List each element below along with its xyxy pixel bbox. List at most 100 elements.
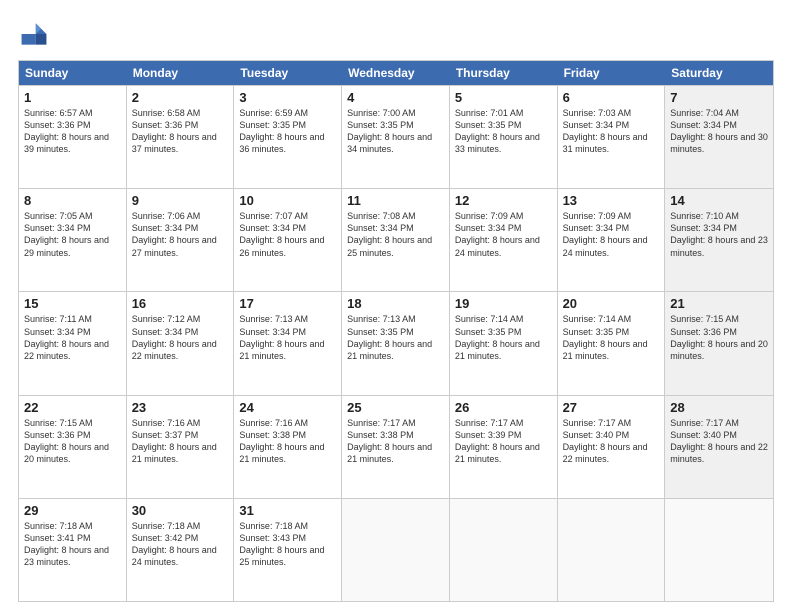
day-number: 26 — [455, 400, 552, 415]
day-number: 4 — [347, 90, 444, 105]
day-number: 25 — [347, 400, 444, 415]
day-number: 16 — [132, 296, 229, 311]
cal-cell: 31 Sunrise: 7:18 AMSunset: 3:43 PMDayligh… — [234, 499, 342, 601]
cell-text: Sunrise: 6:57 AMSunset: 3:36 PMDaylight:… — [24, 107, 121, 156]
cell-text: Sunrise: 7:10 AMSunset: 3:34 PMDaylight:… — [670, 210, 768, 259]
cell-text: Sunrise: 7:03 AMSunset: 3:34 PMDaylight:… — [563, 107, 660, 156]
cell-text: Sunrise: 7:14 AMSunset: 3:35 PMDaylight:… — [563, 313, 660, 362]
day-number: 30 — [132, 503, 229, 518]
cell-text: Sunrise: 6:59 AMSunset: 3:35 PMDaylight:… — [239, 107, 336, 156]
cell-text: Sunrise: 7:06 AMSunset: 3:34 PMDaylight:… — [132, 210, 229, 259]
cell-text: Sunrise: 7:17 AMSunset: 3:38 PMDaylight:… — [347, 417, 444, 466]
header — [18, 18, 774, 50]
cell-text: Sunrise: 7:13 AMSunset: 3:34 PMDaylight:… — [239, 313, 336, 362]
day-header-sunday: Sunday — [19, 61, 127, 85]
cal-cell — [558, 499, 666, 601]
cell-text: Sunrise: 7:13 AMSunset: 3:35 PMDaylight:… — [347, 313, 444, 362]
day-number: 27 — [563, 400, 660, 415]
cal-cell: 2 Sunrise: 6:58 AMSunset: 3:36 PMDaylight… — [127, 86, 235, 188]
cal-cell: 21 Sunrise: 7:15 AMSunset: 3:36 PMDayligh… — [665, 292, 773, 394]
week-row-1: 1 Sunrise: 6:57 AMSunset: 3:36 PMDaylight… — [19, 85, 773, 188]
day-header-wednesday: Wednesday — [342, 61, 450, 85]
day-number: 7 — [670, 90, 768, 105]
day-number: 1 — [24, 90, 121, 105]
day-header-friday: Friday — [558, 61, 666, 85]
week-row-3: 15 Sunrise: 7:11 AMSunset: 3:34 PMDayligh… — [19, 291, 773, 394]
cell-text: Sunrise: 7:15 AMSunset: 3:36 PMDaylight:… — [24, 417, 121, 466]
cal-cell: 13Sunrise: 7:09 AMSunset: 3:34 PMDayligh… — [558, 189, 666, 291]
cell-text: Sunrise: 7:00 AMSunset: 3:35 PMDaylight:… — [347, 107, 444, 156]
cal-cell: 11 Sunrise: 7:08 AMSunset: 3:34 PMDayligh… — [342, 189, 450, 291]
cal-cell — [342, 499, 450, 601]
cell-text: Sunrise: 7:09 AMSunset: 3:34 PMDaylight:… — [455, 210, 552, 259]
day-number: 8 — [24, 193, 121, 208]
day-number: 22 — [24, 400, 121, 415]
cal-cell — [665, 499, 773, 601]
cal-cell: 15 Sunrise: 7:11 AMSunset: 3:34 PMDayligh… — [19, 292, 127, 394]
calendar-header: SundayMondayTuesdayWednesdayThursdayFrid… — [19, 61, 773, 85]
day-number: 2 — [132, 90, 229, 105]
day-number: 9 — [132, 193, 229, 208]
cal-cell: 6 Sunrise: 7:03 AMSunset: 3:34 PMDaylight… — [558, 86, 666, 188]
week-row-2: 8Sunrise: 7:05 AMSunset: 3:34 PMDaylight… — [19, 188, 773, 291]
day-number: 3 — [239, 90, 336, 105]
cell-text: Sunrise: 7:17 AMSunset: 3:39 PMDaylight:… — [455, 417, 552, 466]
cell-text: Sunrise: 7:12 AMSunset: 3:34 PMDaylight:… — [132, 313, 229, 362]
day-number: 10 — [239, 193, 336, 208]
day-number: 17 — [239, 296, 336, 311]
day-number: 5 — [455, 90, 552, 105]
day-number: 31 — [239, 503, 336, 518]
day-header-tuesday: Tuesday — [234, 61, 342, 85]
cell-text: Sunrise: 7:18 AMSunset: 3:43 PMDaylight:… — [239, 520, 336, 569]
cell-text: Sunrise: 6:58 AMSunset: 3:36 PMDaylight:… — [132, 107, 229, 156]
cal-cell: 9 Sunrise: 7:06 AMSunset: 3:34 PMDaylight… — [127, 189, 235, 291]
cal-cell: 8Sunrise: 7:05 AMSunset: 3:34 PMDaylight… — [19, 189, 127, 291]
cal-cell: 4 Sunrise: 7:00 AMSunset: 3:35 PMDaylight… — [342, 86, 450, 188]
cal-cell: 25 Sunrise: 7:17 AMSunset: 3:38 PMDayligh… — [342, 396, 450, 498]
cell-text: Sunrise: 7:08 AMSunset: 3:34 PMDaylight:… — [347, 210, 444, 259]
cal-cell: 17 Sunrise: 7:13 AMSunset: 3:34 PMDayligh… — [234, 292, 342, 394]
cell-text: Sunrise: 7:09 AMSunset: 3:34 PMDaylight:… — [563, 210, 660, 259]
cell-text: Sunrise: 7:17 AMSunset: 3:40 PMDaylight:… — [563, 417, 660, 466]
cal-cell: 12 Sunrise: 7:09 AMSunset: 3:34 PMDayligh… — [450, 189, 558, 291]
page: SundayMondayTuesdayWednesdayThursdayFrid… — [0, 0, 792, 612]
day-number: 19 — [455, 296, 552, 311]
day-number: 15 — [24, 296, 121, 311]
day-number: 28 — [670, 400, 768, 415]
day-number: 18 — [347, 296, 444, 311]
day-number: 11 — [347, 193, 444, 208]
cell-text: Sunrise: 7:16 AMSunset: 3:37 PMDaylight:… — [132, 417, 229, 466]
cell-text: Sunrise: 7:15 AMSunset: 3:36 PMDaylight:… — [670, 313, 768, 362]
cell-text: Sunrise: 7:16 AMSunset: 3:38 PMDaylight:… — [239, 417, 336, 466]
cal-cell: 20Sunrise: 7:14 AMSunset: 3:35 PMDayligh… — [558, 292, 666, 394]
cell-text: Sunrise: 7:01 AMSunset: 3:35 PMDaylight:… — [455, 107, 552, 156]
day-header-thursday: Thursday — [450, 61, 558, 85]
cell-text: Sunrise: 7:11 AMSunset: 3:34 PMDaylight:… — [24, 313, 121, 362]
cell-text: Sunrise: 7:17 AMSunset: 3:40 PMDaylight:… — [670, 417, 768, 466]
week-row-4: 22 Sunrise: 7:15 AMSunset: 3:36 PMDayligh… — [19, 395, 773, 498]
day-number: 21 — [670, 296, 768, 311]
cal-cell: 14 Sunrise: 7:10 AMSunset: 3:34 PMDayligh… — [665, 189, 773, 291]
calendar-body: 1 Sunrise: 6:57 AMSunset: 3:36 PMDaylight… — [19, 85, 773, 601]
cell-text: Sunrise: 7:18 AMSunset: 3:42 PMDaylight:… — [132, 520, 229, 569]
cal-cell: 24 Sunrise: 7:16 AMSunset: 3:38 PMDayligh… — [234, 396, 342, 498]
day-number: 6 — [563, 90, 660, 105]
logo-icon — [18, 18, 50, 50]
cell-text: Sunrise: 7:07 AMSunset: 3:34 PMDaylight:… — [239, 210, 336, 259]
day-header-monday: Monday — [127, 61, 235, 85]
day-number: 29 — [24, 503, 121, 518]
cal-cell: 27 Sunrise: 7:17 AMSunset: 3:40 PMDayligh… — [558, 396, 666, 498]
cal-cell: 16 Sunrise: 7:12 AMSunset: 3:34 PMDayligh… — [127, 292, 235, 394]
cal-cell: 3 Sunrise: 6:59 AMSunset: 3:35 PMDaylight… — [234, 86, 342, 188]
calendar: SundayMondayTuesdayWednesdayThursdayFrid… — [18, 60, 774, 602]
cal-cell: 7Sunrise: 7:04 AMSunset: 3:34 PMDaylight… — [665, 86, 773, 188]
day-number: 24 — [239, 400, 336, 415]
day-number: 14 — [670, 193, 768, 208]
week-row-5: 29 Sunrise: 7:18 AMSunset: 3:41 PMDayligh… — [19, 498, 773, 601]
day-header-saturday: Saturday — [665, 61, 773, 85]
cell-text: Sunrise: 7:18 AMSunset: 3:41 PMDaylight:… — [24, 520, 121, 569]
day-number: 12 — [455, 193, 552, 208]
cal-cell: 19Sunrise: 7:14 AMSunset: 3:35 PMDayligh… — [450, 292, 558, 394]
cal-cell: 23 Sunrise: 7:16 AMSunset: 3:37 PMDayligh… — [127, 396, 235, 498]
day-number: 23 — [132, 400, 229, 415]
